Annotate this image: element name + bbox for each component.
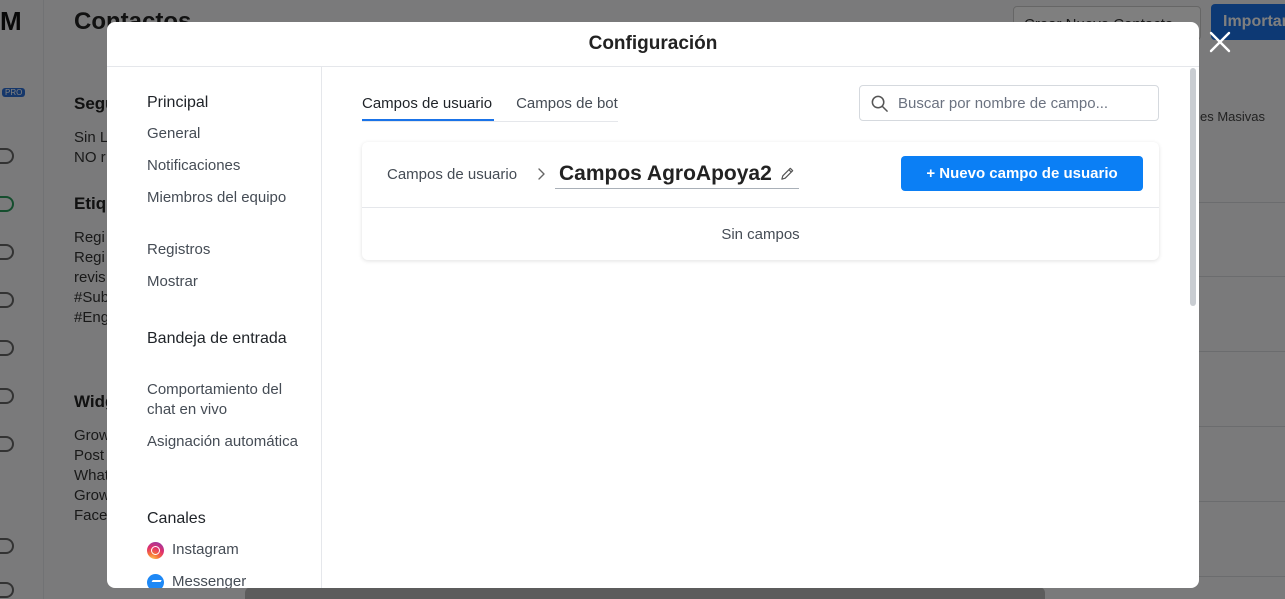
sidebar-item-miembros[interactable]: Miembros del equipo [147,188,307,208]
new-user-field-button[interactable]: + Nuevo campo de usuario [901,156,1143,191]
sidebar-section-principal: Principal [147,94,209,111]
settings-content: Campos de usuario Campos de bot Campos d… [322,67,1199,588]
sidebar-item-mostrar[interactable]: Mostrar [147,272,307,292]
close-icon[interactable] [1207,29,1233,55]
sidebar-item-registros[interactable]: Registros [147,240,307,260]
messenger-icon [147,573,164,588]
fields-card: Campos de usuario Campos AgroApoya2 + Nu… [362,142,1159,260]
sidebar-item-notificaciones[interactable]: Notificaciones [147,156,307,176]
breadcrumb-current: Campos AgroApoya2 [559,161,772,185]
tab-user-fields[interactable]: Campos de usuario [362,91,495,121]
modal-title: Configuración [588,33,718,54]
sidebar-item-general[interactable]: General [147,124,307,144]
sidebar-item-label: Messenger [172,573,247,588]
modal-header: Configuración [107,22,1199,67]
search-icon [871,95,888,112]
settings-modal: Configuración Principal General Notifica… [107,22,1199,588]
sidebar-section-inbox: Bandeja de entrada [147,330,287,347]
breadcrumb-root[interactable]: Campos de usuario [387,166,517,183]
folder-name-editable[interactable]: Campos AgroApoya2 [555,159,799,189]
sidebar-section-channels: Canales [147,510,206,527]
scrollbar[interactable] [1190,68,1196,306]
field-tabs: Campos de usuario Campos de bot [362,91,618,122]
instagram-icon [147,541,164,559]
empty-state-message: Sin campos [721,226,800,243]
chevron-right-icon [538,168,545,180]
pencil-icon[interactable] [780,166,795,181]
tab-bot-fields[interactable]: Campos de bot [516,91,618,121]
search-input[interactable] [898,94,1148,112]
sidebar-item-messenger[interactable]: Messenger [147,572,307,588]
sidebar-item-live-chat[interactable]: Comportamiento del chat en vivo [147,380,307,420]
settings-sidebar: Principal General Notificaciones Miembro… [107,67,322,588]
sidebar-item-label: Instagram [172,541,239,558]
card-header: Campos de usuario Campos AgroApoya2 + Nu… [362,142,1159,208]
sidebar-item-instagram[interactable]: Instagram [147,540,307,560]
search-box [859,85,1159,121]
sidebar-item-auto-assign[interactable]: Asignación automática [147,432,307,452]
